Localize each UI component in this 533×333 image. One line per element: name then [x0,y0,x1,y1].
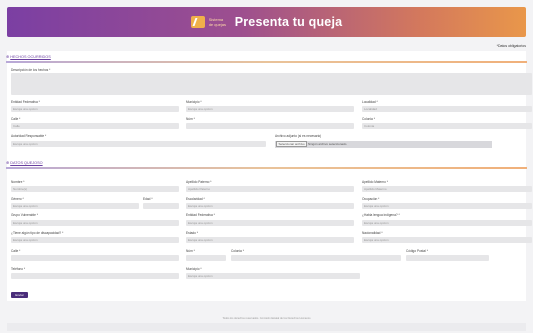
ap-materno-input[interactable]: Apellido Materno [362,186,532,192]
edad-input[interactable] [143,203,179,209]
footer-bar [7,323,526,331]
entidad-label: Entidad Federativa * [11,100,40,104]
colonia-input[interactable]: Colonia [362,123,532,129]
nombre-label: Nombre * [11,180,25,184]
lengua-label: ¿Habla lengua indígena? * [362,213,400,217]
file-button[interactable]: Seleccionar archivo [276,141,308,147]
entidad-select[interactable]: Escoja una opción [11,106,179,112]
nacionalidad-select[interactable]: Escoja una opción [362,237,532,243]
brand-text: Sistema de quejas [208,17,227,27]
estado-label: Estado * [186,231,199,235]
escolaridad-select[interactable]: Escoja una opción [186,203,354,209]
file-input[interactable]: Seleccionar archivo Ningún archivo selec… [275,141,492,148]
nacionalidad-label: Nacionalidad * [362,231,383,235]
autoridad-select[interactable]: Escoja una opción [11,141,266,147]
discapacidad-select[interactable]: Escoja una opción [11,237,179,243]
genero-label: Género * [11,197,24,201]
calle-input[interactable]: Calle [11,123,179,129]
estado-select[interactable]: Escoja una opción [186,237,354,243]
lengua-select[interactable]: Escoja una opción [362,220,532,226]
num-q-input[interactable] [186,255,226,261]
section-hechos: ⊕ HECHOS OCURRIDOS [6,55,51,59]
num-input[interactable] [186,123,354,129]
telefono-input[interactable] [11,273,179,279]
municipio-q-select[interactable]: Escoja una opción [186,273,360,279]
cp-label: Código Postal * [406,249,428,253]
municipio-select[interactable]: Escoja una opción [186,106,354,112]
ap-materno-label: Apellido Materno * [362,180,389,184]
calle-q-input[interactable] [11,255,179,261]
entidad-nac-label: Entidad Federativa * [186,213,215,217]
page-title: Presenta tu queja [234,15,343,29]
calle-label: Calle * [11,117,21,121]
ocupacion-label: Ocupación * [362,197,380,201]
required-note: *Datos obligatorios [496,44,526,48]
section-datos: ⊕ DATOS QUEJOSO [6,161,43,165]
genero-select[interactable]: Escoja una opción [11,203,139,209]
section-divider [6,167,527,169]
colonia-q-label: Colonia * [231,249,244,253]
localidad-input[interactable]: Localidad [362,106,532,112]
ap-paterno-label: Apellido Paterno * [186,180,212,184]
logo-icon [190,16,205,28]
localidad-label: Localidad * [362,100,378,104]
telefono-label: Teléfono * [11,267,26,271]
discapacidad-label: ¿Tiene algún tipo de discapacidad? * [11,231,64,235]
ap-paterno-input[interactable]: Apellido Paterno [186,186,354,192]
calle-q-label: Calle * [11,249,21,253]
colonia-label: Colonia * [362,117,375,121]
submit-button[interactable]: Enviar [11,292,28,298]
descripcion-label: Descripción de los hechos * [11,68,51,72]
escolaridad-label: Escolaridad * [186,197,205,201]
footer-text: Todos los derechos reservados. Comisión … [222,317,311,320]
colonia-q-input[interactable] [231,255,401,261]
grupo-select[interactable]: Escoja una opción [11,220,179,226]
entidad-nac-select[interactable]: Escoja una opción [186,220,354,226]
archivo-label: Archivo adjunto (si es necesario) [275,134,322,138]
file-status: Ningún archivo seleccionado [308,142,347,146]
descripcion-textarea[interactable] [11,73,532,95]
num-q-label: Núm * [186,249,195,253]
municipio-q-label: Municipio * [186,267,202,271]
cp-input[interactable] [406,255,489,261]
grupo-label: Grupo Vulnerable * [11,213,38,217]
edad-label: Edad * [143,197,153,201]
section-divider [6,61,527,63]
header-banner: Sistema de quejas Presenta tu queja [7,7,526,37]
num-label: Núm * [186,117,195,121]
municipio-label: Municipio * [186,100,202,104]
nombre-input[interactable]: Nombre(s) [11,186,179,192]
ocupacion-select[interactable]: Escoja una opción [362,203,532,209]
autoridad-label: Autoridad Responsable * [11,134,47,138]
